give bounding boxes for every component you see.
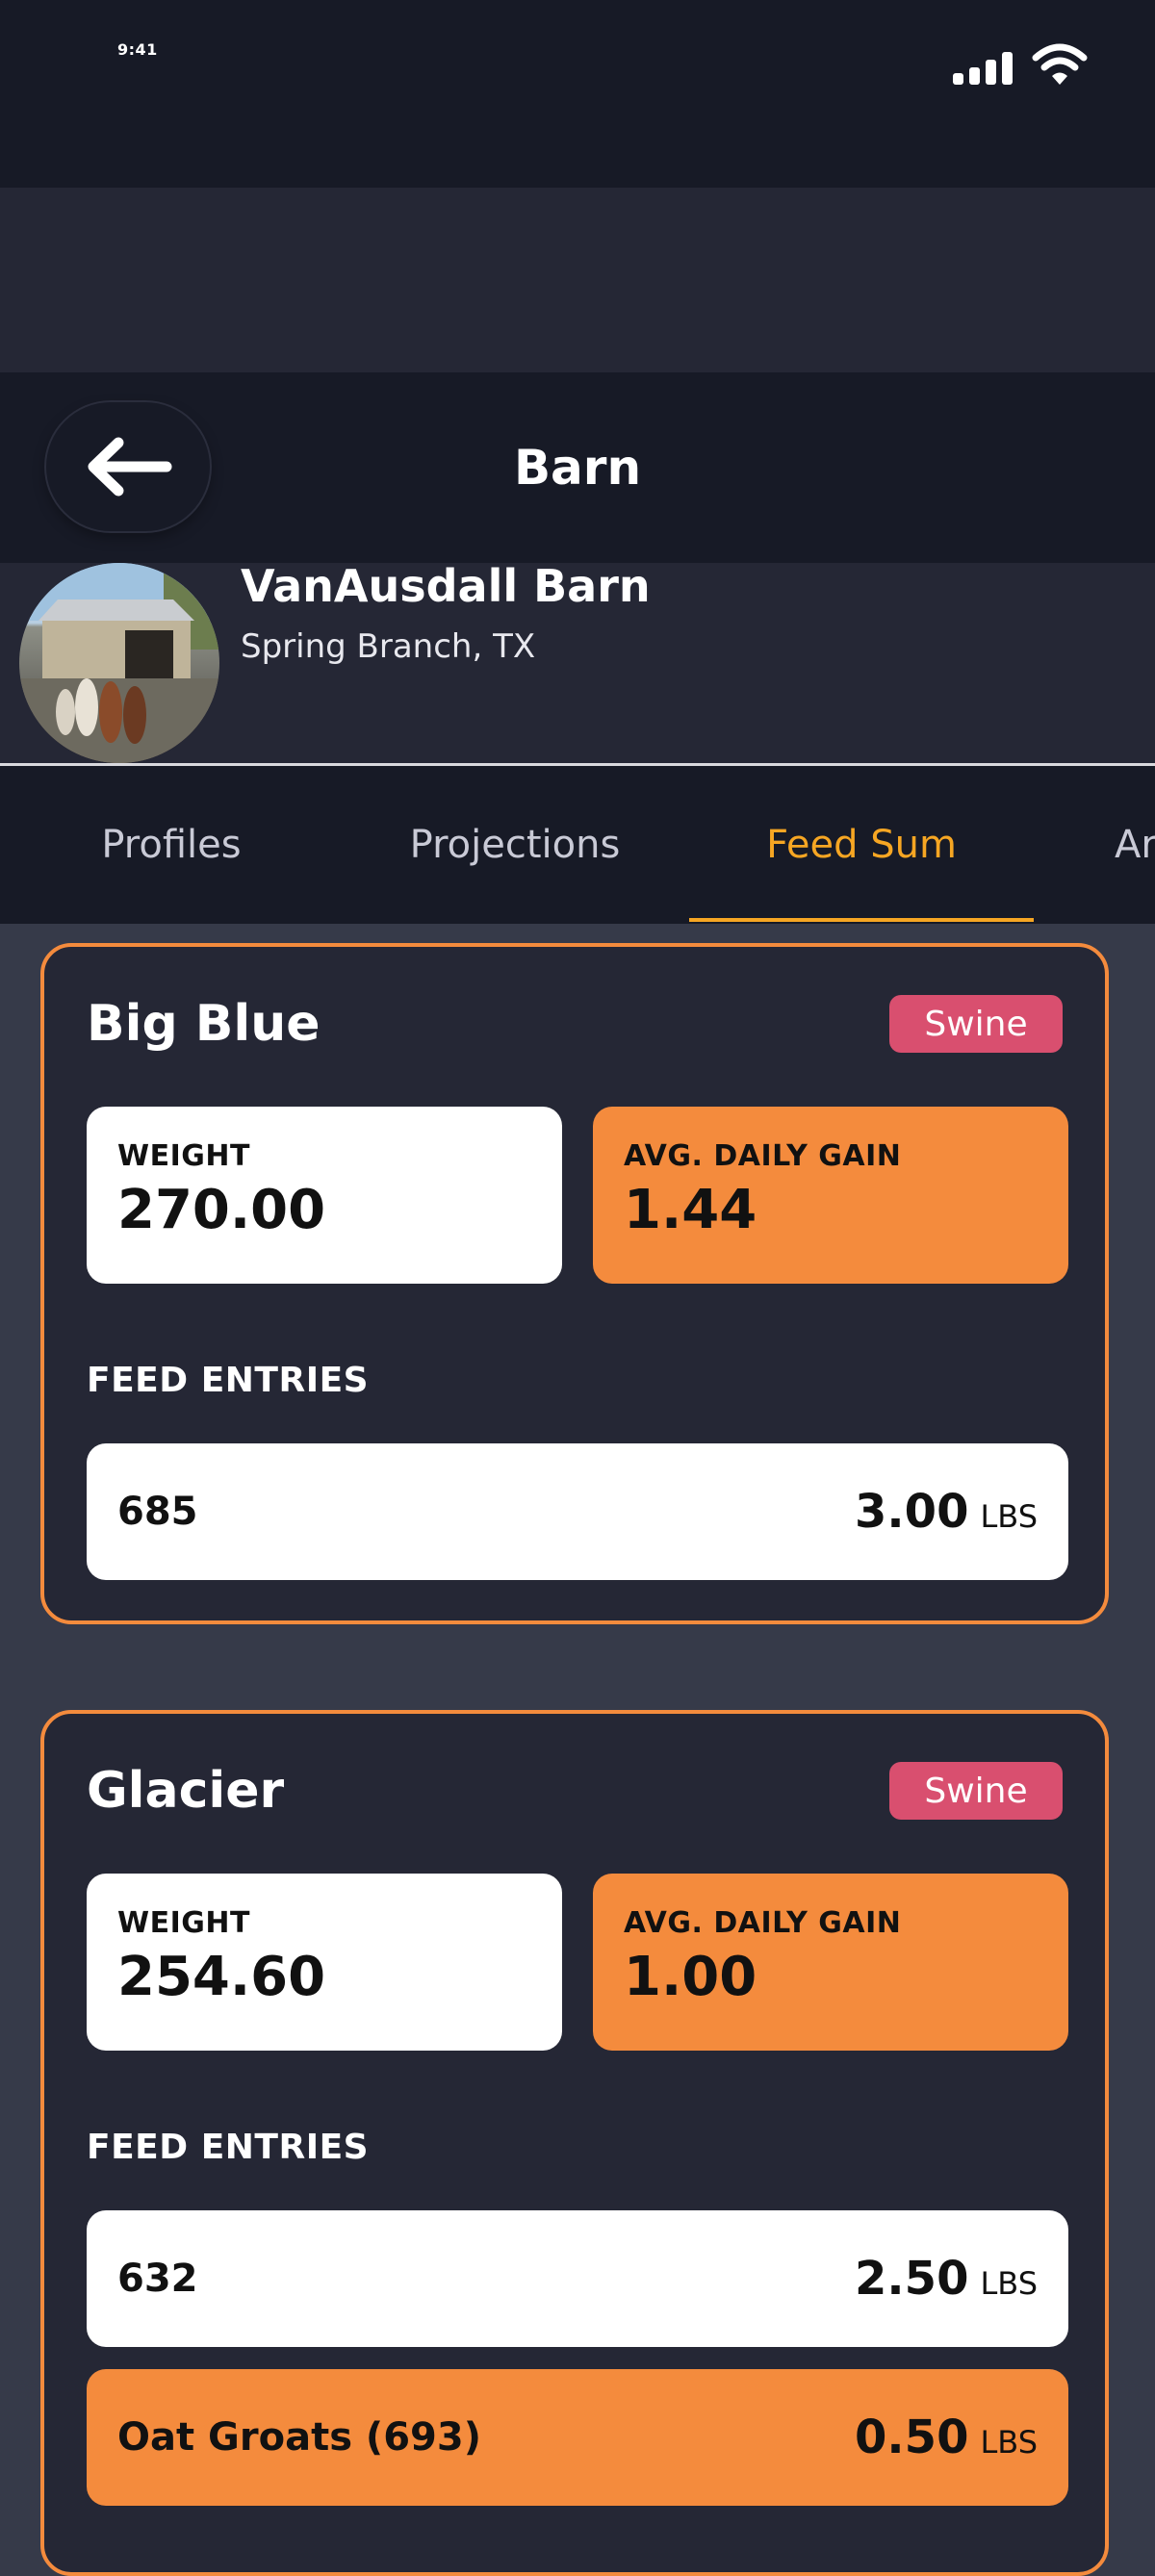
active-tab-indicator bbox=[689, 918, 1034, 922]
feed-entry-amount-value: 3.00 bbox=[855, 1485, 969, 1539]
feed-entry-amount: 3.00 LBS bbox=[855, 1485, 1038, 1539]
barn-location: Spring Branch, TX bbox=[241, 627, 536, 666]
avg-daily-gain-value: 1.44 bbox=[624, 1179, 757, 1241]
back-button[interactable] bbox=[46, 402, 210, 531]
status-time: 9:41 bbox=[117, 40, 158, 59]
tab-feed-sum[interactable]: Feed Sum bbox=[689, 766, 1034, 924]
animal-card[interactable]: Big Blue Swine WEIGHT 270.00 AVG. DAILY … bbox=[40, 943, 1109, 1624]
feed-entry[interactable]: 685 3.00 LBS bbox=[87, 1443, 1068, 1580]
animal-name: Big Blue bbox=[87, 995, 321, 1053]
feed-entries-label: FEED ENTRIES bbox=[87, 1361, 370, 1400]
animal-card[interactable]: Glacier Swine WEIGHT 254.60 AVG. DAILY G… bbox=[40, 1710, 1109, 2576]
tab-more[interactable]: Ar bbox=[1115, 766, 1155, 924]
cellular-signal-icon bbox=[953, 50, 1014, 85]
avg-daily-gain-label: AVG. DAILY GAIN bbox=[624, 1139, 902, 1173]
avg-daily-gain-stat: AVG. DAILY GAIN 1.44 bbox=[593, 1107, 1068, 1284]
weight-label: WEIGHT bbox=[117, 1139, 250, 1173]
weight-value: 270.00 bbox=[117, 1179, 326, 1241]
avg-daily-gain-value: 1.00 bbox=[624, 1946, 757, 2008]
feed-entry-label: 685 bbox=[117, 1490, 198, 1534]
arrow-left-icon bbox=[88, 437, 172, 497]
feed-entry-amount: 0.50 LBS bbox=[855, 2410, 1038, 2464]
feed-entry-label: Oat Groats (693) bbox=[117, 2415, 481, 2460]
feed-entry-unit: LBS bbox=[980, 2424, 1038, 2461]
feed-entry-unit: LBS bbox=[980, 1498, 1038, 1535]
feed-entry[interactable]: 632 2.50 LBS bbox=[87, 2210, 1068, 2347]
feed-entry-unit: LBS bbox=[980, 2265, 1038, 2302]
avg-daily-gain-stat: AVG. DAILY GAIN 1.00 bbox=[593, 1874, 1068, 2051]
feed-entry-label: 632 bbox=[117, 2257, 198, 2301]
tab-projections[interactable]: Projections bbox=[385, 766, 645, 924]
status-bar: 9:41 bbox=[0, 0, 1155, 188]
animal-name: Glacier bbox=[87, 1762, 285, 1820]
feed-entries-label: FEED ENTRIES bbox=[87, 2128, 370, 2167]
barn-name: VanAusdall Barn bbox=[241, 560, 651, 612]
weight-label: WEIGHT bbox=[117, 1906, 250, 1940]
weight-stat: WEIGHT 270.00 bbox=[87, 1107, 562, 1284]
species-badge: Swine bbox=[889, 1762, 1063, 1820]
nav-bar: Barn bbox=[0, 372, 1155, 563]
feed-entry-amount-value: 2.50 bbox=[855, 2252, 969, 2306]
tab-bar: Profiles Projections Feed Sum Ar bbox=[0, 766, 1155, 924]
species-badge: Swine bbox=[889, 995, 1063, 1053]
weight-value: 254.60 bbox=[117, 1946, 326, 2008]
weight-stat: WEIGHT 254.60 bbox=[87, 1874, 562, 2051]
feed-entry-amount: 2.50 LBS bbox=[855, 2252, 1038, 2306]
tab-profiles[interactable]: Profiles bbox=[60, 766, 283, 924]
header-band bbox=[0, 188, 1155, 372]
wifi-icon bbox=[1032, 43, 1088, 85]
feed-entry-amount-value: 0.50 bbox=[855, 2410, 969, 2464]
feed-entry-highlighted[interactable]: Oat Groats (693) 0.50 LBS bbox=[87, 2369, 1068, 2506]
avg-daily-gain-label: AVG. DAILY GAIN bbox=[624, 1906, 902, 1940]
barn-avatar bbox=[19, 563, 219, 763]
